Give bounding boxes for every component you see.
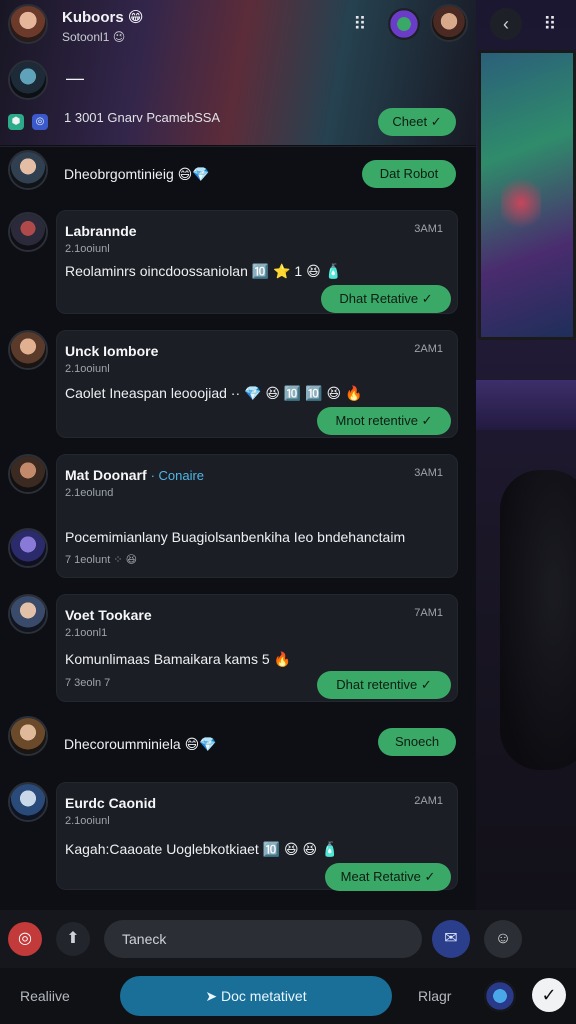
avatar[interactable] <box>8 594 48 634</box>
message-card[interactable]: Unck Iombore 2AM1 2.1ooiunl Caolet Ineas… <box>56 330 458 438</box>
list-item: Dheobrgomtinieig 😄💎 <box>64 166 210 182</box>
snoech-button[interactable]: Snoech <box>378 728 456 756</box>
meat-relative-button[interactable]: Meat Retative ✓ <box>325 863 451 891</box>
back-icon[interactable]: ‹ <box>490 8 522 40</box>
avatar[interactable] <box>8 782 48 822</box>
pinned-text: 1 3001 Gnarv PcamebSSA <box>64 110 221 125</box>
composer: ◎ ⬆ Taneck ✉ ☺ <box>0 910 576 968</box>
avatar[interactable] <box>8 528 48 568</box>
sender-name-text: Mat Doonarf <box>65 467 147 483</box>
message-time: 3AM1 <box>414 223 443 235</box>
avatar[interactable] <box>8 212 48 252</box>
avatar[interactable] <box>8 454 48 494</box>
chat-relative-button[interactable]: Dhat Retative ✓ <box>321 285 451 313</box>
message-card[interactable]: Mat Doonarf · Conaire 3AM1 2.1eolund Poc… <box>56 454 458 578</box>
header: Kuboors 😁 Sotoonl1 😉 ⠿ ‹ ⠿ <box>0 0 576 48</box>
mnot-retentive-button[interactable]: Mnot retentive ✓ <box>317 407 451 435</box>
edit-icon[interactable]: ✓ <box>532 978 566 1012</box>
mail-icon[interactable]: ✉ <box>432 920 470 958</box>
pinned-dash: — <box>66 68 84 88</box>
sender-name: Voet Tookare <box>65 607 152 623</box>
message-text: Pocemimianlany Buagiolsanbenkiha Ieo bnd… <box>65 529 406 545</box>
primary-action-button[interactable]: ➤ Doc metativet <box>120 976 392 1016</box>
chat-retentive-button[interactable]: Dhat retentive ✓ <box>317 671 451 699</box>
sender-name: Eurdc Caonid <box>65 795 157 811</box>
message-meta: 2.1ooiunl <box>65 243 110 255</box>
message-meta: 2.1eolund <box>65 487 114 499</box>
bottom-nav: Realiive ➤ Doc metativet Rlagr ✓ <box>0 968 576 1024</box>
background-desk <box>476 380 576 430</box>
link-badge-icon: ◎ <box>32 114 48 130</box>
app-badge-icon: ⬢ <box>8 114 24 130</box>
grid-icon[interactable]: ⠿ <box>346 10 374 38</box>
message-text: Caolet Ineaspan leooojiad ·· 💎 😆 🔟 🔟 😆 🔥 <box>65 385 363 401</box>
message-time: 3AM1 <box>414 467 443 479</box>
message-card[interactable]: Eurdc Caonid 2AM1 2.1ooiunl Kagah:Caaoat… <box>56 782 458 891</box>
chat-subtitle: Sotoonl1 😉 <box>62 30 126 44</box>
nav-left[interactable]: Realiive <box>20 988 70 1004</box>
profile-icon[interactable]: ☺ <box>484 920 522 958</box>
background-monitor <box>478 50 576 340</box>
menu-icon[interactable]: ⠿ <box>536 10 564 38</box>
message-card[interactable]: Voet Tookare 7AM1 2.1oonl1 Komunlimaas B… <box>56 594 458 702</box>
message-text: Reolaminrs oincdoossaniolan 🔟 ⭐ 1 😆 🧴 <box>65 263 343 279</box>
message-time: 2AM1 <box>414 795 443 807</box>
sender-name: Mat Doonarf · Conaire <box>65 467 204 483</box>
avatar[interactable] <box>8 330 48 370</box>
background-chair <box>500 470 576 770</box>
primary-action-label: Doc metativet <box>221 988 307 1004</box>
message-meta: 2.1ooiunl <box>65 815 110 827</box>
list-item: Dhecoroumminiela 😄💎 <box>64 736 217 752</box>
bolt-icon: ➤ <box>205 988 222 1004</box>
message-card[interactable]: Labrannde 3AM1 2.1ooiunl Reolaminrs oinc… <box>56 210 458 314</box>
message-meta: 7 1eolunt ⁘ 😆 <box>65 554 138 566</box>
sender-name: Labrannde <box>65 223 137 239</box>
attach-icon[interactable]: ⬆ <box>56 922 90 956</box>
pinned-avatar[interactable] <box>8 60 48 100</box>
avatar[interactable] <box>8 150 48 190</box>
divider <box>0 146 476 147</box>
sender-name: Unck Iombore <box>65 343 159 359</box>
dat-robot-button[interactable]: Dat Robot <box>362 160 456 188</box>
message-text: Kagah:Caaoate Uoglebkotkiaet 🔟 😆 😆 🧴 <box>65 841 339 857</box>
gamepad-icon[interactable] <box>388 8 420 40</box>
chat-title: Kuboors 😁 <box>62 9 144 26</box>
record-icon[interactable]: ◎ <box>8 922 42 956</box>
nav-right[interactable]: Rlagr <box>418 988 451 1004</box>
message-text: Komunlimaas Bamaikara kams 5 🔥 <box>65 651 291 667</box>
message-meta: 2.1oonl1 <box>65 627 108 639</box>
profile-avatar[interactable] <box>430 4 468 42</box>
message-meta: 2.1ooiunl <box>65 363 110 375</box>
verified-label: · Conaire <box>150 468 205 483</box>
message-input[interactable]: Taneck <box>104 920 422 958</box>
message-meta: 7 3eoln 7 <box>65 677 111 689</box>
message-time: 2AM1 <box>414 343 443 355</box>
avatar[interactable] <box>8 4 48 44</box>
globe-icon[interactable] <box>484 980 516 1012</box>
check-button[interactable]: Cheet ✓ <box>378 108 456 136</box>
message-time: 7AM1 <box>414 607 443 619</box>
avatar[interactable] <box>8 716 48 756</box>
